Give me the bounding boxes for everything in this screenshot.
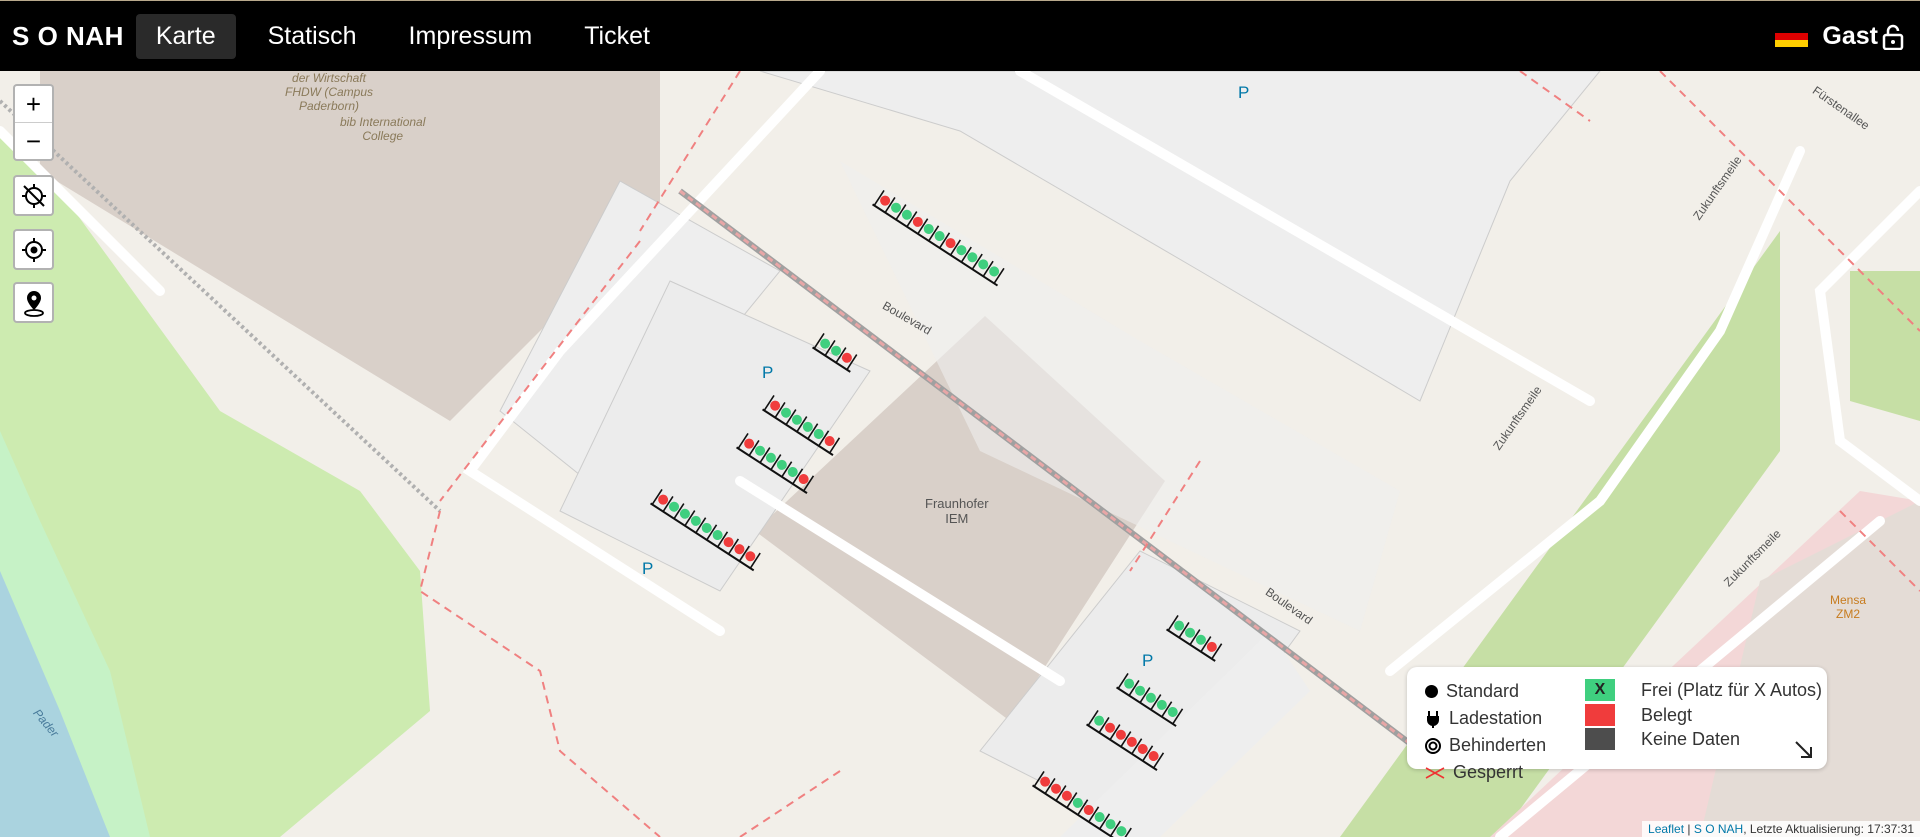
legend-ladestation: Ladestation xyxy=(1449,708,1543,728)
locate-button[interactable] xyxy=(13,229,54,270)
parking-row[interactable] xyxy=(1116,672,1186,727)
user-name: Gast xyxy=(1822,22,1878,50)
locate-off-button[interactable] xyxy=(13,175,54,216)
nav-ticket[interactable]: Ticket xyxy=(564,14,670,59)
map-attribution: Leaflet | S O NAH, Letzte Aktualisierung… xyxy=(1642,821,1920,837)
standard-dot-icon xyxy=(1425,685,1438,698)
label-fraunhofer: Fraunhofer IEM xyxy=(925,496,989,526)
parking-row[interactable] xyxy=(736,432,817,494)
nav-impressum[interactable]: Impressum xyxy=(389,14,553,59)
blocked-cross-icon xyxy=(1425,766,1445,779)
legend-behinderten: Behinderten xyxy=(1449,735,1547,755)
crosshair-icon xyxy=(21,237,46,262)
parking-row[interactable] xyxy=(1166,614,1225,662)
map-legend: Standard Ladestation Behinderten Gesperr… xyxy=(1407,667,1827,782)
legend-standard: Standard xyxy=(1446,681,1520,701)
last-update: , Letzte Aktualisierung: 17:37:31 xyxy=(1743,822,1914,836)
map-pin-button[interactable] xyxy=(13,282,54,323)
nav-statisch[interactable]: Statisch xyxy=(248,14,377,59)
sonah-link[interactable]: S O NAH xyxy=(1694,822,1743,836)
parking-row[interactable] xyxy=(812,332,861,373)
user-login[interactable]: Gast xyxy=(1822,22,1904,51)
top-navbar: S O NAH Karte Statisch Impressum Ticket … xyxy=(0,0,1920,71)
zoom-control: + − xyxy=(13,84,54,161)
legend-belegt: Belegt xyxy=(1641,704,1693,725)
parking-marker: P xyxy=(1238,83,1250,102)
parking-row[interactable] xyxy=(872,189,1008,287)
legend-keine-daten: Keine Daten xyxy=(1641,728,1741,749)
legend-gesperrt: Gesperrt xyxy=(1453,762,1524,782)
plug-icon xyxy=(1427,710,1439,728)
free-swatch: X xyxy=(1585,679,1615,701)
label-mensa: Mensa ZM2 xyxy=(1830,593,1867,621)
parking-row[interactable] xyxy=(1086,709,1167,771)
parking-marker: P xyxy=(762,363,774,382)
label-fhdw: der Wirtschaft FHDW (Campus Paderborn) xyxy=(285,71,374,113)
parking-row[interactable] xyxy=(1032,770,1135,837)
zoom-in-button[interactable]: + xyxy=(15,86,52,122)
zoom-out-button[interactable]: − xyxy=(15,122,52,159)
legend-frei: Frei (Platz für X Autos) xyxy=(1641,679,1823,700)
occupied-swatch xyxy=(1585,704,1615,726)
parking-marker: P xyxy=(1142,651,1154,670)
parking-row[interactable] xyxy=(650,488,764,572)
accessible-icon xyxy=(1425,737,1441,754)
parking-marker: P xyxy=(642,559,654,578)
unlock-icon xyxy=(1882,24,1904,50)
label-bib: bib International College xyxy=(340,115,426,143)
nav-karte[interactable]: Karte xyxy=(135,13,236,59)
brand-logo[interactable]: S O NAH xyxy=(12,21,124,52)
parking-row[interactable] xyxy=(762,394,843,456)
german-flag-icon[interactable] xyxy=(1775,25,1809,48)
map-pin-icon xyxy=(23,290,44,317)
location-disabled-icon xyxy=(21,183,46,208)
nodata-swatch xyxy=(1585,728,1615,750)
collapse-arrow-icon[interactable] xyxy=(1793,739,1815,761)
leaflet-link[interactable]: Leaflet xyxy=(1648,822,1684,836)
